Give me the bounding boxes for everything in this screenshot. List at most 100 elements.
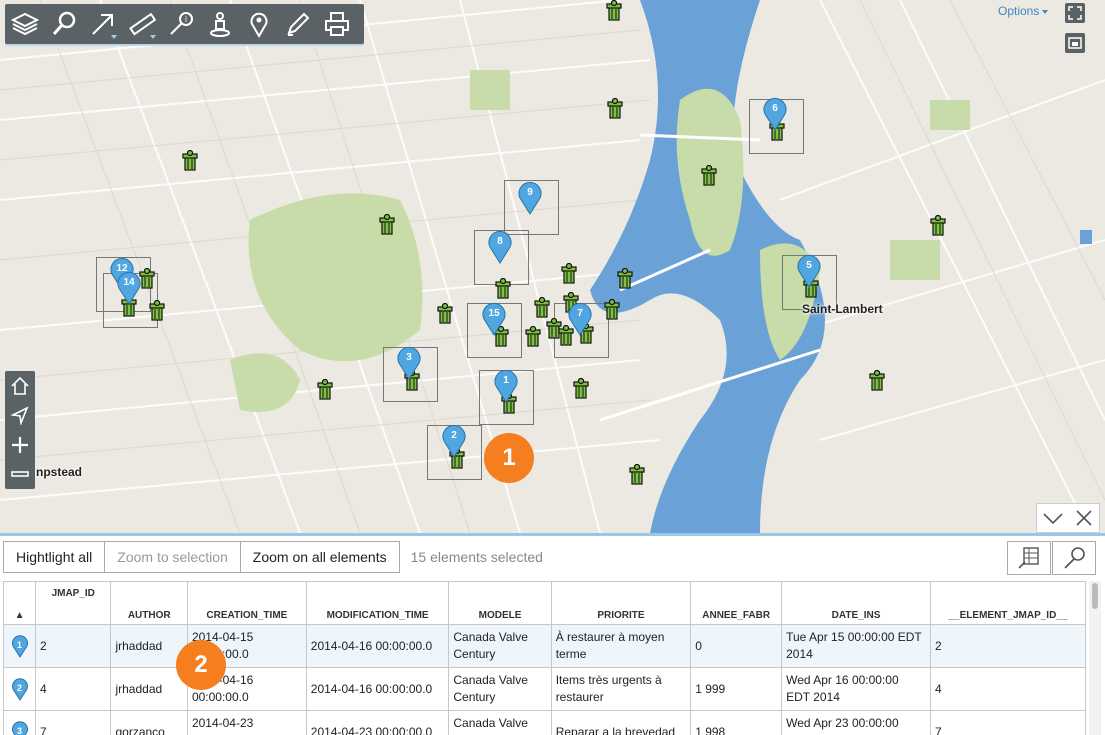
hydrant-marker[interactable] (606, 98, 624, 120)
table-row[interactable]: 24jrhaddad2014-04-16 00:00:00.02014-04-1… (4, 668, 1086, 711)
identify-icon: i (167, 10, 195, 38)
hydrant-marker[interactable] (560, 263, 578, 285)
scrollbar-thumb[interactable] (1092, 583, 1098, 609)
location-pin-icon (245, 10, 273, 38)
table-cell: 7 (36, 711, 111, 735)
navigate-button[interactable] (5, 401, 35, 431)
search-button[interactable] (44, 4, 83, 44)
collapse-panel-icon[interactable] (1042, 510, 1064, 526)
column-header[interactable]: AUTHOR (111, 582, 187, 625)
hydrant-icon (603, 299, 621, 321)
table-cell: 7 (930, 711, 1085, 735)
place-label-hampstead: npstead (36, 465, 82, 479)
row-pin-label: 3 (11, 723, 29, 735)
map-toolbar: i (5, 4, 364, 44)
hydrant-marker[interactable] (533, 297, 551, 319)
hydrant-icon (316, 379, 334, 401)
map-pin[interactable]: 7 (567, 302, 593, 336)
hydrant-icon (560, 263, 578, 285)
identify-button[interactable]: i (161, 4, 200, 44)
arrow-select-icon (89, 10, 117, 38)
sort-column-header[interactable]: ▲ (4, 582, 36, 625)
table-cell: Canada Valve Century (449, 625, 551, 668)
select-button[interactable] (83, 4, 122, 44)
map-pin[interactable]: 3 (396, 346, 422, 380)
export-table-button[interactable] (1007, 541, 1051, 575)
search-icon (50, 10, 78, 38)
navigation-arrow-icon (10, 405, 30, 425)
row-marker-cell[interactable]: 3 (4, 711, 36, 735)
zoom-all-button[interactable]: Zoom on all elements (240, 541, 400, 573)
locate-button[interactable] (239, 4, 278, 44)
hydrant-marker[interactable] (868, 370, 886, 392)
options-menu[interactable]: Options (998, 4, 1048, 18)
highlight-all-button[interactable]: Hightlight all (3, 541, 105, 573)
map-pin[interactable]: 5 (796, 254, 822, 288)
column-header[interactable]: PRIORITE (551, 582, 691, 625)
map-pin[interactable]: 1 (493, 369, 519, 403)
overview-map-button[interactable] (1065, 33, 1085, 53)
column-header[interactable]: CREATION_TIME (187, 582, 306, 625)
hydrant-marker[interactable] (181, 150, 199, 172)
home-button[interactable] (5, 371, 35, 401)
layers-button[interactable] (5, 4, 44, 44)
table-cell: 2 (36, 625, 111, 668)
table-cell: Reparar a la brevedad (551, 711, 691, 735)
column-header[interactable]: MODIFICATION_TIME (306, 582, 449, 625)
home-icon (10, 376, 30, 396)
row-marker-cell[interactable]: 1 (4, 625, 36, 668)
hydrant-marker[interactable] (436, 303, 454, 325)
table-row[interactable]: 12jrhaddad2014-04-15 00:00:00.02014-04-1… (4, 625, 1086, 668)
table-header: ▲ JMAP_ID AUTHOR CREATION_TIME MODIFICAT… (4, 582, 1086, 625)
fullscreen-button[interactable] (1065, 3, 1085, 23)
zoom-to-selection-button[interactable]: Zoom to selection (104, 541, 241, 573)
map-pin[interactable]: 15 (481, 302, 507, 336)
column-header[interactable]: __ELEMENT_JMAP_ID__ (930, 582, 1085, 625)
sort-arrow-icon: ▲ (15, 610, 25, 621)
hydrant-marker[interactable] (616, 268, 634, 290)
hydrant-marker[interactable] (378, 214, 396, 236)
map-pin[interactable]: 14 (116, 271, 142, 305)
column-header[interactable]: DATE_INS (782, 582, 931, 625)
column-header[interactable]: ANNEE_FABR (691, 582, 782, 625)
edit-button[interactable] (278, 4, 317, 44)
column-header[interactable]: MODELE (449, 582, 551, 625)
hydrant-marker[interactable] (316, 379, 334, 401)
map-view[interactable]: 6 9 8 12 14 15 7 5 3 1 2 Saint-Lambert n… (0, 0, 1105, 533)
printer-icon (323, 10, 351, 38)
hydrant-marker[interactable] (700, 165, 718, 187)
table-row[interactable]: 37gorzanco2014-04-23 00:00:00.02014-04-2… (4, 711, 1086, 735)
measure-button[interactable] (122, 4, 161, 44)
hydrant-marker[interactable] (572, 378, 590, 400)
hydrant-marker[interactable] (524, 326, 542, 348)
table-scrollbar[interactable] (1089, 581, 1101, 735)
hydrant-marker[interactable] (605, 0, 623, 22)
table-cell: Wed Apr 23 00:00:00 EDT 2014 (782, 711, 931, 735)
map-pin[interactable]: 8 (487, 230, 513, 264)
hydrant-marker[interactable] (603, 299, 621, 321)
hydrant-marker[interactable] (494, 278, 512, 300)
callout-marker-2: 2 (176, 640, 226, 690)
hydrant-icon (436, 303, 454, 325)
row-marker-cell[interactable]: 2 (4, 668, 36, 711)
close-icon[interactable] (1074, 508, 1094, 528)
street-view-button[interactable] (200, 4, 239, 44)
hydrant-marker[interactable] (148, 300, 166, 322)
column-header[interactable]: JMAP_ID (36, 582, 111, 625)
hydrant-marker[interactable] (929, 215, 947, 237)
zoom-in-button[interactable] (5, 430, 35, 460)
hydrant-icon (929, 215, 947, 237)
hydrant-marker[interactable] (628, 464, 646, 486)
map-pin[interactable]: 2 (441, 424, 467, 458)
print-button[interactable] (317, 4, 356, 44)
table-cell: 4 (36, 668, 111, 711)
table-export-icon (1017, 546, 1041, 570)
zoom-out-button[interactable] (5, 460, 35, 490)
identify-selection-button[interactable] (1052, 541, 1096, 575)
hydrant-icon (628, 464, 646, 486)
place-label-saint-lambert: Saint-Lambert (802, 302, 883, 316)
map-pin[interactable]: 6 (762, 97, 788, 131)
ruler-icon (128, 10, 156, 38)
map-pin[interactable]: 9 (517, 181, 543, 215)
selection-actions: Hightlight all Zoom to selection Zoom on… (3, 541, 543, 573)
